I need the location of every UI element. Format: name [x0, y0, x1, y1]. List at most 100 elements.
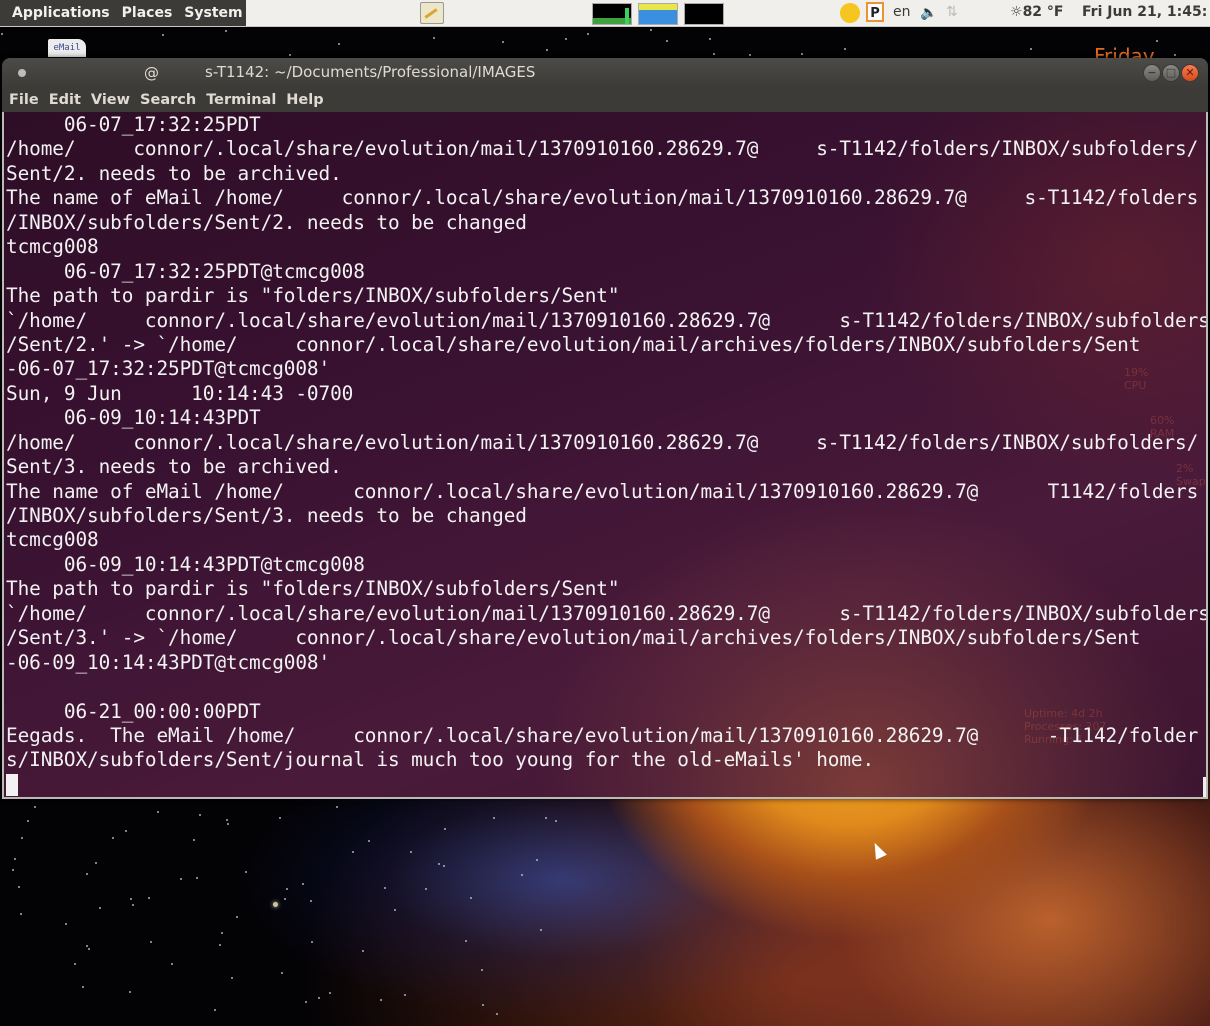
star [150, 940, 153, 943]
star [480, 968, 483, 971]
menu-help[interactable]: Help [284, 92, 325, 108]
star [464, 939, 467, 942]
star [132, 903, 135, 906]
star [98, 907, 101, 910]
notes-applet-icon[interactable] [420, 2, 444, 24]
star [535, 858, 538, 861]
star [649, 28, 652, 31]
close-icon: ✕ [1185, 66, 1195, 79]
star [481, 1003, 484, 1006]
star [437, 862, 440, 865]
terminal-line: Sent/3. needs to be archived. [6, 455, 342, 479]
terminal-line: Sent/2. needs to be archived. [6, 161, 342, 185]
terminal-line: `/home/ connor/.local/share/evolution/ma… [6, 308, 1206, 332]
star [496, 1012, 499, 1015]
terminal-line: The name of eMail /home/ connor/.local/s… [6, 186, 1199, 210]
terminal-cursor [6, 773, 18, 796]
keyboard-layout-indicator[interactable]: en [893, 4, 911, 20]
star [1, 32, 4, 35]
star [469, 896, 472, 899]
star [328, 991, 331, 994]
terminal-prompt-line[interactable] [6, 773, 1206, 797]
star [26, 819, 29, 822]
menu-file[interactable]: File [7, 92, 41, 108]
network-icon[interactable]: ⇅ [946, 4, 958, 20]
weather-indicator[interactable]: ☼82 °F [1010, 4, 1063, 20]
star [310, 940, 313, 943]
terminal-line: /INBOX/subfolders/Sent/3. needs to be ch… [6, 504, 527, 527]
terminal-scrollbar[interactable] [1203, 777, 1206, 797]
volume-icon[interactable]: 🔈 [920, 5, 938, 21]
maximize-button[interactable]: □ [1162, 64, 1180, 82]
close-button[interactable]: ✕ [1181, 64, 1199, 82]
network-graph-applet[interactable] [684, 3, 724, 25]
star [442, 865, 445, 868]
menu-edit[interactable]: Edit [47, 92, 83, 108]
star [554, 819, 557, 822]
star [384, 886, 387, 889]
terminal-line: -06-09_10:14:43PDT@tcmcg008' [6, 650, 331, 674]
terminal-line: Sun, 9 Jun 10:14:43 -0700 [6, 381, 354, 405]
top-panel: Applications Places System P en 🔈 ⇅ ☼82 … [0, 0, 1210, 27]
terminal-line: /Sent/2.' -> `/home/ connor/.local/share… [6, 332, 1141, 356]
terminal-text: 06-07_17:32:25PDT/home/ connor/.local/sh… [6, 113, 1206, 797]
system-menu[interactable]: System [184, 5, 242, 21]
email-desktop-icon[interactable]: eMail [48, 39, 86, 57]
terminal-line: The path to pardir is "folders/INBOX/sub… [6, 577, 620, 601]
star [13, 858, 16, 861]
menu-terminal[interactable]: Terminal [204, 92, 278, 108]
terminal-output-area[interactable]: 19% CPU 60% RAM 2% Swap Uptime: 4d 2h Proces… [2, 112, 1208, 799]
star [708, 38, 711, 41]
star [33, 806, 36, 809]
minimize-icon: − [1147, 66, 1157, 79]
star [225, 818, 228, 821]
terminal-line: tcmcg008 [6, 528, 99, 552]
star [230, 976, 233, 979]
sun-icon: ☼ [1010, 4, 1023, 20]
cpu-graph-applet[interactable] [592, 3, 632, 25]
window-title: s-T1142: ~/Documents/Professional/IMAGES [205, 63, 536, 81]
memory-graph-applet[interactable] [638, 3, 678, 25]
star [665, 39, 668, 42]
terminal-line: `/home/ connor/.local/share/evolution/ma… [6, 601, 1206, 625]
applications-menu[interactable]: Applications [12, 5, 110, 21]
terminal-line: 06-09_10:14:43PDT [6, 406, 261, 430]
panel-menus: Applications Places System [0, 0, 246, 26]
clock-tray-icon[interactable] [840, 3, 860, 23]
minimize-button[interactable]: − [1143, 64, 1161, 82]
star [214, 1008, 217, 1011]
star [337, 43, 340, 46]
star [432, 37, 435, 40]
terminal-line: /INBOX/subfolders/Sent/2. needs to be ch… [6, 210, 527, 234]
terminal-menubar: File Edit View Search Terminal Help [2, 88, 1208, 112]
star [17, 885, 20, 888]
star [283, 897, 286, 900]
clipboard-tray-icon[interactable]: P [866, 2, 884, 22]
bright-star [273, 902, 278, 907]
terminal-line: /home/ connor/.local/share/evolution/mai… [6, 430, 1199, 454]
star [19, 913, 22, 916]
star [86, 872, 88, 875]
clock-indicator[interactable]: Fri Jun 21, 1:45: [1082, 4, 1207, 20]
menu-view[interactable]: View [89, 92, 132, 108]
star [219, 943, 222, 946]
terminal-line: 06-21_00:00:00PDT [6, 699, 261, 723]
menu-search[interactable]: Search [138, 92, 198, 108]
window-titlebar[interactable]: @ s-T1142: ~/Documents/Professional/IMAG… [2, 58, 1208, 88]
star [179, 877, 182, 880]
places-menu[interactable]: Places [122, 5, 173, 21]
terminal-line: 06-07_17:32:25PDT [6, 113, 261, 136]
star [226, 823, 229, 826]
star [586, 32, 589, 35]
window-menu-icon[interactable] [18, 69, 26, 77]
terminal-line: s/INBOX/subfolders/Sent/journal is much … [6, 748, 875, 772]
terminal-line: /Sent/3.' -> `/home/ connor/.local/share… [6, 626, 1141, 650]
terminal-line: 06-09_10:14:43PDT@tcmcg008 [6, 552, 365, 576]
star [288, 53, 291, 56]
terminal-line: tcmcg008 [6, 235, 99, 259]
window-title-prefix: @ [144, 64, 159, 82]
star [171, 962, 174, 965]
temperature-text: 82 °F [1022, 4, 1064, 20]
terminal-line: /home/ connor/.local/share/evolution/mai… [6, 137, 1199, 161]
